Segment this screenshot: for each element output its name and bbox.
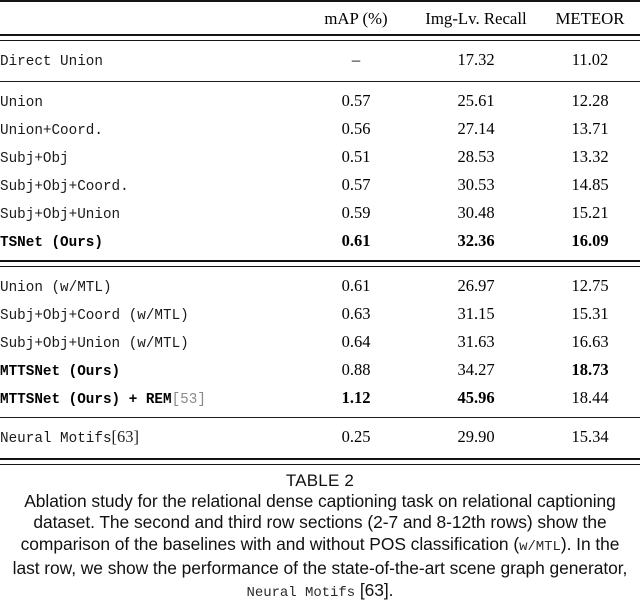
row-recall: 30.48: [457, 203, 495, 222]
row-label: Neural Motifs[63]: [0, 424, 300, 452]
header-meteor: METEOR: [555, 9, 625, 28]
row-meteor: 13.71: [571, 119, 609, 138]
table-row: Union+Coord. 0.56 27.14 13.71: [0, 116, 640, 144]
row-label: Union: [0, 95, 43, 111]
caption-line-4a: classification (: [410, 533, 520, 554]
row-label: MTTSNet (Ours) + REM[53]: [0, 385, 300, 413]
row-recall: 28.53: [457, 147, 495, 166]
table-row: Subj+Obj+Coord (w/MTL) 0.63 31.15 15.31: [0, 301, 640, 329]
row-label: Subj+Obj+Coord.: [0, 179, 129, 195]
row-map: –: [351, 50, 361, 69]
row-label: Union (w/MTL): [0, 280, 112, 296]
row-recall: 27.14: [457, 119, 495, 138]
row-map: 0.88: [341, 360, 371, 379]
row-meteor: 18.73: [571, 360, 609, 379]
rule-bottom: [0, 458, 640, 465]
row-label-text: MTTSNet (Ours) + REM: [0, 392, 172, 408]
row-meteor: 16.09: [571, 231, 609, 250]
header-recall: Img-Lv. Recall: [425, 9, 527, 28]
row-label: MTTSNet (Ours): [0, 364, 121, 380]
caption-line-1: Ablation study for the relational dense …: [24, 491, 533, 511]
row-map: 0.59: [341, 203, 371, 222]
row-map: 0.57: [341, 91, 371, 110]
row-map: 0.61: [341, 231, 371, 250]
row-meteor: 11.02: [571, 50, 609, 69]
table-row-highlight: MTTSNet (Ours) + REM[53] 1.12 45.96 18.4…: [0, 385, 640, 413]
row-recall: 45.96: [457, 388, 495, 407]
results-table: mAP (%) Img-Lv. Recall METEOR Direct Uni…: [0, 0, 640, 465]
table-row-highlight: MTTSNet (Ours) 0.88 34.27 18.73: [0, 357, 640, 385]
row-map: 0.64: [341, 332, 371, 351]
row-meteor: 15.21: [571, 203, 609, 222]
table-row: Direct Union – 17.32 11.02: [0, 47, 640, 75]
table-caption: TABLE 2 Ablation study for the relationa…: [6, 465, 634, 604]
table-row: Union (w/MTL) 0.61 26.97 12.75: [0, 273, 640, 301]
row-meteor: 12.75: [571, 276, 609, 295]
row-label: Union+Coord.: [0, 123, 103, 139]
row-meteor: 16.63: [571, 332, 609, 351]
caption-mono-neural-motifs: Neural Motifs: [246, 584, 356, 601]
row-recall: 25.61: [457, 91, 495, 110]
table-row: Union 0.57 25.61 12.28: [0, 88, 640, 116]
row-map: 0.61: [341, 276, 371, 295]
row-recall: 26.97: [457, 276, 495, 295]
row-label: Subj+Obj: [0, 151, 69, 167]
rule-under-header: [0, 34, 640, 41]
row-label: Direct Union: [0, 54, 103, 70]
row-meteor: 18.44: [571, 388, 609, 407]
caption-title: TABLE 2: [285, 471, 355, 490]
citation-ref: [53]: [171, 392, 206, 408]
row-map: 0.63: [341, 304, 371, 323]
caption-mono-wmtl: w/MTL: [519, 538, 561, 555]
row-meteor: 15.31: [571, 304, 609, 323]
header-blank: [0, 6, 300, 34]
row-label: Subj+Obj+Union (w/MTL): [0, 336, 189, 352]
row-label: TSNet (Ours): [0, 235, 103, 251]
row-recall: 30.53: [457, 175, 495, 194]
row-label: Subj+Obj+Union: [0, 207, 121, 223]
row-label: Subj+Obj+Coord (w/MTL): [0, 308, 189, 324]
table-row: Neural Motifs[63] 0.25 29.90 15.34: [0, 424, 640, 452]
table-row: Subj+Obj+Union 0.59 30.48 15.21: [0, 200, 640, 228]
row-recall: 32.36: [457, 231, 495, 250]
row-map: 1.12: [341, 388, 371, 407]
row-recall: 34.27: [457, 360, 495, 379]
table-header-row: mAP (%) Img-Lv. Recall METEOR: [0, 6, 640, 34]
row-map: 0.56: [341, 119, 371, 138]
caption-line-5a: state-of-the-art scene graph generator,: [331, 558, 628, 579]
row-meteor: 13.32: [571, 147, 609, 166]
row-meteor: 15.34: [571, 427, 609, 446]
header-map: mAP (%): [324, 9, 388, 28]
table-figure-page: mAP (%) Img-Lv. Recall METEOR Direct Uni…: [0, 0, 640, 601]
table-row-highlight: TSNet (Ours) 0.61 32.36 16.09: [0, 228, 640, 256]
row-recall: 31.15: [457, 304, 495, 323]
rule-section-2: [0, 260, 640, 267]
table-row: Subj+Obj+Coord. 0.57 30.53 14.85: [0, 172, 640, 200]
row-recall: 31.63: [457, 332, 495, 351]
row-map: 0.51: [341, 147, 371, 166]
row-map: 0.25: [341, 427, 371, 446]
row-recall: 29.90: [457, 427, 495, 446]
table-row: Subj+Obj+Union (w/MTL) 0.64 31.63 16.63: [0, 329, 640, 357]
citation-ref: [63]: [111, 427, 140, 446]
row-meteor: 14.85: [571, 175, 609, 194]
row-recall: 17.32: [457, 50, 495, 69]
caption-line-5b: [63].: [355, 579, 394, 600]
table-row: Subj+Obj 0.51 28.53 13.32: [0, 144, 640, 172]
row-meteor: 12.28: [571, 91, 609, 110]
row-label-text: Neural Motifs: [0, 431, 112, 447]
caption-body: Ablation study for the relational dense …: [6, 491, 634, 604]
row-map: 0.57: [341, 175, 371, 194]
